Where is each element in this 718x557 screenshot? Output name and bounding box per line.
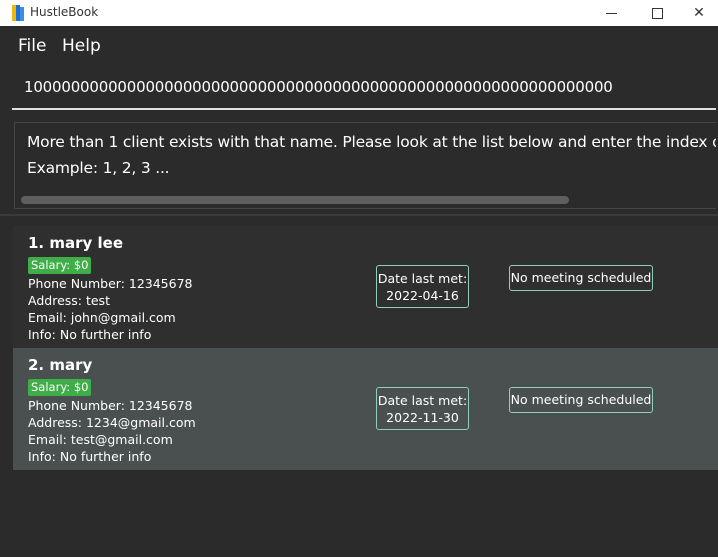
- window-title: HustleBook: [30, 5, 99, 19]
- result-display: More than 1 client exists with that name…: [14, 122, 716, 209]
- close-button[interactable]: ✕: [680, 0, 718, 26]
- client-card-selected[interactable]: 2. mary Salary: $0 Phone Number: 1234567…: [13, 348, 718, 470]
- menu-help[interactable]: Help: [62, 36, 101, 56]
- salary-badge: Salary: $0: [28, 257, 92, 274]
- title-bar: HustleBook ✕: [0, 0, 718, 26]
- result-horizontal-scrollbar[interactable]: [21, 196, 569, 204]
- command-input[interactable]: 1000000000000000000000000000000000000000…: [24, 78, 613, 96]
- client-email: Email: test@gmail.com: [28, 432, 173, 447]
- client-card[interactable]: 1. mary lee Salary: $0 Phone Number: 123…: [13, 226, 718, 348]
- date-last-met-value: 2022-11-30: [386, 410, 459, 425]
- menu-file[interactable]: File: [18, 36, 46, 56]
- date-last-met-box: Date last met: 2022-11-30: [376, 387, 469, 430]
- command-box[interactable]: 1000000000000000000000000000000000000000…: [12, 66, 716, 110]
- date-last-met-label: Date last met:: [377, 393, 468, 408]
- result-message-line-1: More than 1 client exists with that name…: [27, 133, 716, 151]
- close-icon: ✕: [693, 5, 705, 21]
- client-name: 2. mary: [28, 356, 93, 374]
- menu-bar: File Help: [0, 26, 718, 64]
- date-last-met-box: Date last met: 2022-04-16: [376, 265, 469, 308]
- minimize-button[interactable]: [588, 0, 634, 26]
- date-last-met-value: 2022-04-16: [386, 288, 459, 303]
- maximize-icon: [651, 7, 663, 19]
- client-address: Address: 1234@gmail.com: [28, 415, 196, 430]
- client-info: Info: No further info: [28, 449, 152, 464]
- maximize-button[interactable]: [634, 0, 680, 26]
- divider: [0, 214, 718, 216]
- result-message-line-2: Example: 1, 2, 3 ...: [27, 159, 170, 177]
- client-name: 1. mary lee: [28, 234, 123, 252]
- minimize-icon: [605, 12, 617, 14]
- client-list[interactable]: 1. mary lee Salary: $0 Phone Number: 123…: [13, 226, 718, 557]
- client-address: Address: test: [28, 293, 110, 308]
- client-phone: Phone Number: 12345678: [28, 398, 193, 413]
- client-info: Info: No further info: [28, 327, 152, 342]
- salary-badge: Salary: $0: [28, 379, 92, 396]
- meeting-status-box: No meeting scheduled: [509, 265, 653, 291]
- app-icon: [12, 5, 24, 21]
- meeting-status-box: No meeting scheduled: [509, 387, 653, 413]
- client-phone: Phone Number: 12345678: [28, 276, 193, 291]
- client-email: Email: john@gmail.com: [28, 310, 176, 325]
- date-last-met-label: Date last met:: [377, 271, 468, 286]
